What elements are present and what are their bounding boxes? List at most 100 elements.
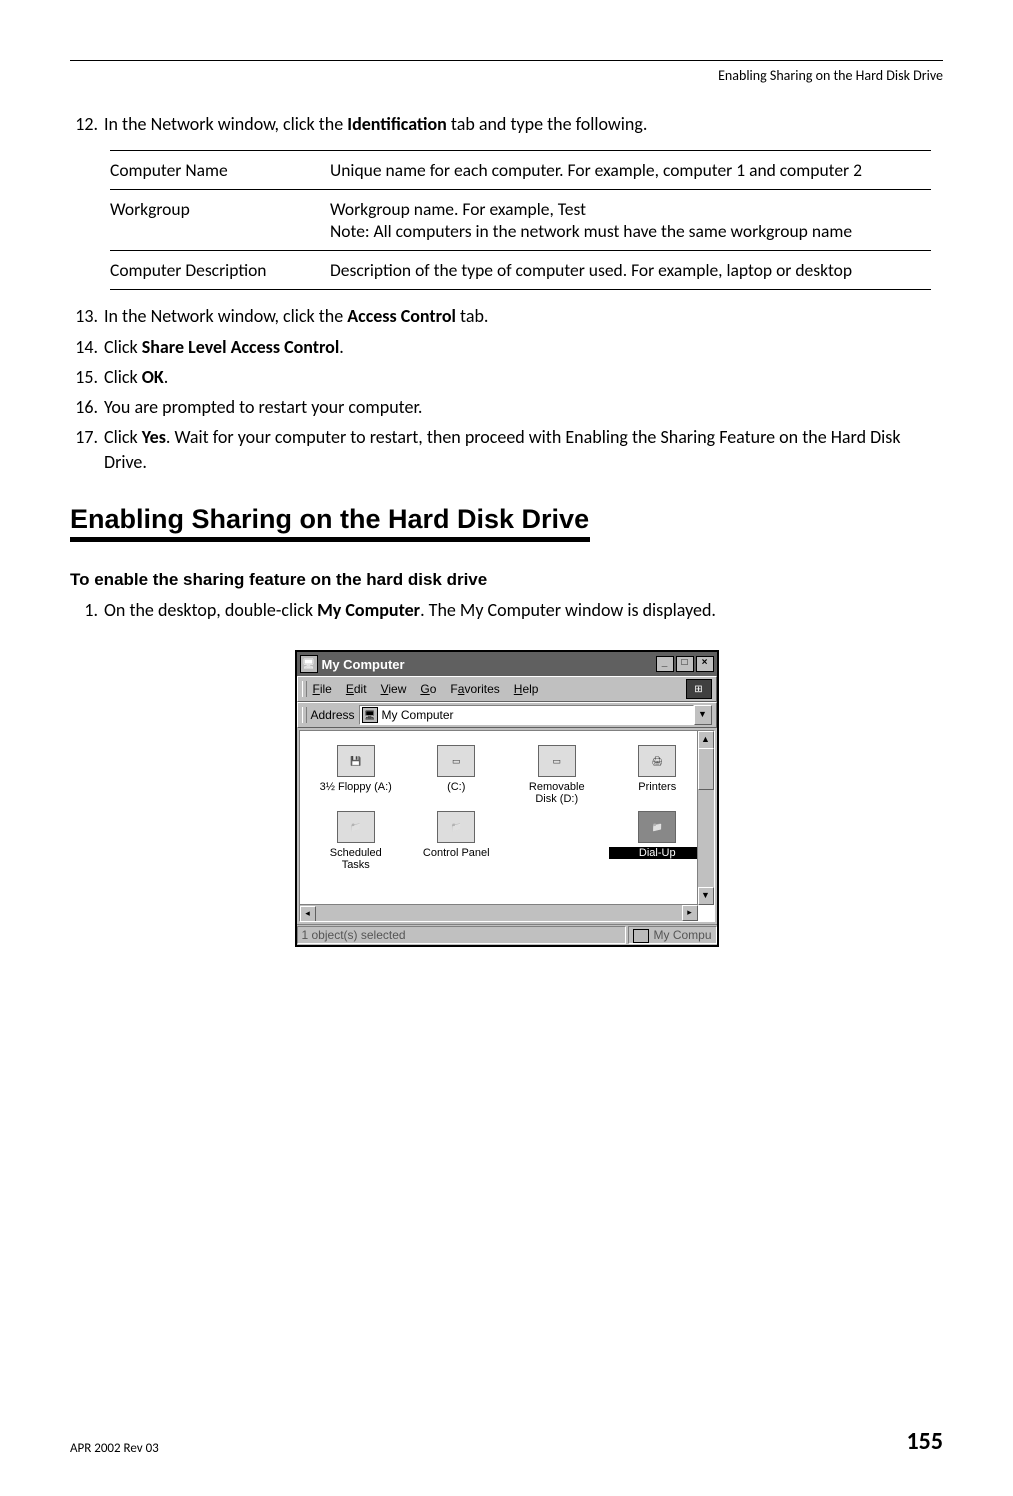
scroll-down-button[interactable]: ▼ bbox=[698, 887, 714, 905]
step-number: 1. bbox=[70, 598, 104, 622]
menu-favorites[interactable]: Favorites bbox=[450, 682, 499, 696]
maximize-button[interactable]: □ bbox=[676, 656, 694, 672]
table-row: Computer Description Description of the … bbox=[110, 251, 931, 290]
step-number: 17. bbox=[70, 425, 104, 474]
vertical-scrollbar[interactable]: ▲ ▼ bbox=[697, 731, 714, 905]
step-body: In the Network window, click the Identif… bbox=[104, 112, 943, 136]
scheduled-tasks[interactable]: 📁 ScheduledTasks bbox=[308, 811, 405, 871]
cell-value: Workgroup name. For example, Test Note: … bbox=[330, 190, 931, 251]
cell-label: Computer Description bbox=[110, 251, 330, 290]
status-text: 1 object(s) selected bbox=[297, 926, 627, 944]
bold-text: Share Level Access Control bbox=[142, 336, 340, 358]
cell-label: Workgroup bbox=[110, 190, 330, 251]
drive-floppy[interactable]: 💾 3½ Floppy (A:) bbox=[308, 745, 405, 805]
table-row: Workgroup Workgroup name. For example, T… bbox=[110, 190, 931, 251]
bold-text: OK bbox=[142, 366, 164, 388]
minimize-button[interactable]: _ bbox=[656, 656, 674, 672]
section-heading: Enabling Sharing on the Hard Disk Drive bbox=[70, 504, 943, 535]
step-13: 13. In the Network window, click the Acc… bbox=[70, 304, 943, 328]
scroll-right-button[interactable]: ▸ bbox=[682, 905, 698, 921]
page-number: 155 bbox=[907, 1427, 944, 1456]
step-body: In the Network window, click the Access … bbox=[104, 304, 943, 328]
grip-icon[interactable] bbox=[302, 681, 307, 697]
menu-go[interactable]: Go bbox=[420, 682, 436, 696]
horizontal-scrollbar[interactable]: ◂ ▸ bbox=[300, 904, 698, 921]
address-label: Address bbox=[311, 708, 355, 722]
section-rule bbox=[70, 537, 590, 542]
computer-icon: 🖥 bbox=[362, 707, 378, 723]
bold-text: Yes bbox=[142, 426, 166, 448]
scroll-thumb[interactable] bbox=[698, 748, 714, 790]
menu-view[interactable]: View bbox=[381, 682, 407, 696]
step-1: 1. On the desktop, double-click My Compu… bbox=[70, 598, 943, 622]
removable-disk-icon: ▭ bbox=[538, 745, 576, 777]
control-panel[interactable]: 📁 Control Panel bbox=[408, 811, 505, 871]
grip-icon[interactable] bbox=[302, 707, 307, 723]
client-area[interactable]: 💾 3½ Floppy (A:) ▭ (C:) ▭ RemovableDisk … bbox=[299, 730, 715, 922]
step-number: 14. bbox=[70, 335, 104, 359]
step-number: 13. bbox=[70, 304, 104, 328]
bold-text: Identification bbox=[347, 113, 447, 135]
menu-file[interactable]: File bbox=[313, 682, 332, 696]
table-row: Computer Name Unique name for each compu… bbox=[110, 151, 931, 190]
step-body: Click Share Level Access Control. bbox=[104, 335, 943, 359]
address-input[interactable]: 🖥 My Computer bbox=[359, 705, 694, 725]
close-button[interactable]: × bbox=[696, 656, 714, 672]
dial-up-icon: 📁 bbox=[638, 811, 676, 843]
identification-table: Computer Name Unique name for each compu… bbox=[110, 150, 931, 290]
step-16: 16. You are prompted to restart your com… bbox=[70, 395, 943, 419]
computer-icon: 🖥 bbox=[300, 655, 318, 673]
text: . bbox=[164, 366, 169, 388]
step-12: 12. In the Network window, click the Ide… bbox=[70, 112, 943, 136]
icon-label: Control Panel bbox=[408, 847, 505, 859]
computer-icon bbox=[633, 929, 649, 943]
drive-c[interactable]: ▭ (C:) bbox=[408, 745, 505, 805]
dial-up-networking[interactable]: 📁 Dial-Up bbox=[609, 811, 706, 871]
cell-value: Description of the type of computer used… bbox=[330, 251, 931, 290]
text: In the Network window, click the bbox=[104, 113, 347, 135]
icon-label: Printers bbox=[609, 781, 706, 793]
text: tab and type the following. bbox=[447, 113, 648, 135]
running-head: Enabling Sharing on the Hard Disk Drive bbox=[70, 67, 943, 84]
bold-text: Access Control bbox=[347, 305, 456, 327]
revision-text: APR 2002 Rev 03 bbox=[70, 1441, 159, 1456]
page-footer: APR 2002 Rev 03 155 bbox=[70, 1427, 943, 1456]
window-title: My Computer bbox=[322, 657, 654, 672]
my-computer-window: 🖥 My Computer _ □ × File Edit View Go Fa… bbox=[295, 650, 719, 947]
menu-edit[interactable]: Edit bbox=[346, 682, 367, 696]
titlebar[interactable]: 🖥 My Computer _ □ × bbox=[297, 652, 717, 676]
subheading: To enable the sharing feature on the har… bbox=[70, 570, 943, 590]
scroll-up-button[interactable]: ▲ bbox=[698, 731, 714, 749]
status-bar: 1 object(s) selected My Compu bbox=[297, 924, 717, 945]
cell-value: Unique name for each computer. For examp… bbox=[330, 151, 931, 190]
text: On the desktop, double-click bbox=[104, 599, 317, 621]
hard-drive-icon: ▭ bbox=[437, 745, 475, 777]
address-value: My Computer bbox=[382, 708, 454, 722]
icon-label-selected: Dial-Up bbox=[609, 847, 706, 859]
menubar: File Edit View Go Favorites Help ⊞ bbox=[297, 676, 717, 702]
blank-cell bbox=[509, 811, 606, 871]
step-body: Click OK. bbox=[104, 365, 943, 389]
status-zone: My Compu bbox=[628, 926, 716, 944]
scroll-left-button[interactable]: ◂ bbox=[300, 906, 316, 922]
control-panel-icon: 📁 bbox=[437, 811, 475, 843]
bold-text: My Computer bbox=[317, 599, 420, 621]
status-zone-text: My Compu bbox=[653, 928, 711, 942]
header-rule bbox=[70, 60, 943, 61]
printers-icon: 🖨 bbox=[638, 745, 676, 777]
step-17: 17. Click Yes. Wait for your computer to… bbox=[70, 425, 943, 474]
drive-removable[interactable]: ▭ RemovableDisk (D:) bbox=[509, 745, 606, 805]
printers-folder[interactable]: 🖨 Printers bbox=[609, 745, 706, 805]
icon-label: RemovableDisk (D:) bbox=[509, 781, 606, 805]
windows-logo-icon: ⊞ bbox=[686, 679, 712, 699]
scheduled-tasks-icon: 📁 bbox=[337, 811, 375, 843]
text: tab. bbox=[456, 305, 489, 327]
menu-help[interactable]: Help bbox=[514, 682, 539, 696]
cell-label: Computer Name bbox=[110, 151, 330, 190]
text: In the Network window, click the bbox=[104, 305, 347, 327]
address-bar: Address 🖥 My Computer ▼ bbox=[297, 702, 717, 728]
text: . bbox=[339, 336, 344, 358]
address-dropdown-button[interactable]: ▼ bbox=[694, 705, 712, 725]
step-body: On the desktop, double-click My Computer… bbox=[104, 598, 943, 622]
step-number: 12. bbox=[70, 112, 104, 136]
